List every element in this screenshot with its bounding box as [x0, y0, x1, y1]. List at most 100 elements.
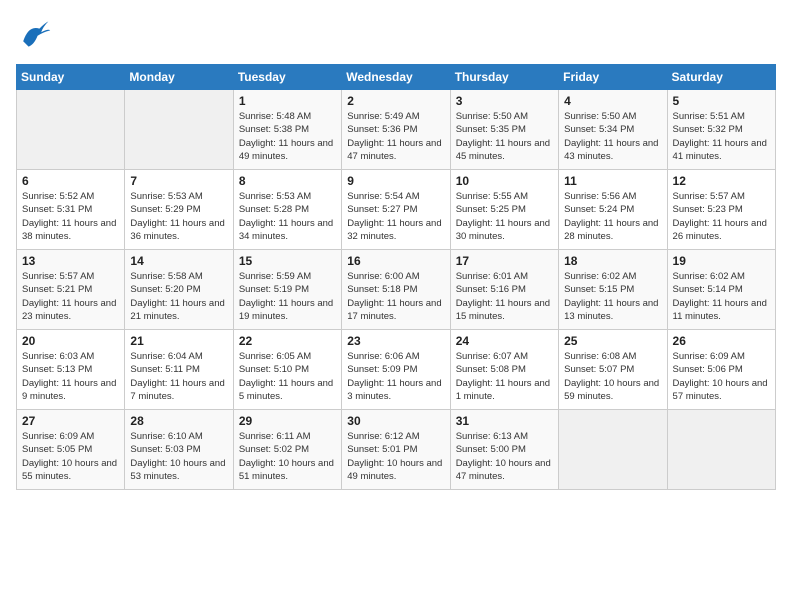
day-number: 1 — [239, 94, 336, 108]
day-info: Sunrise: 5:52 AMSunset: 5:31 PMDaylight:… — [22, 190, 119, 243]
calendar-cell: 19Sunrise: 6:02 AMSunset: 5:14 PMDayligh… — [667, 250, 775, 330]
weekday-header-tuesday: Tuesday — [233, 65, 341, 90]
calendar-cell: 2 Sunrise: 5:49 AMSunset: 5:36 PMDaylight… — [342, 90, 450, 170]
calendar-cell: 6 Sunrise: 5:52 AMSunset: 5:31 PMDaylight… — [17, 170, 125, 250]
day-number: 7 — [130, 174, 227, 188]
day-info: Sunrise: 5:53 AMSunset: 5:28 PMDaylight:… — [239, 190, 336, 243]
calendar-cell: 27 Sunrise: 6:09 AMSunset: 5:05 PMDayligh… — [17, 410, 125, 490]
day-number: 26 — [673, 334, 770, 348]
calendar-cell — [125, 90, 233, 170]
calendar-cell: 18Sunrise: 6:02 AMSunset: 5:15 PMDayligh… — [559, 250, 667, 330]
calendar-week-row: 6 Sunrise: 5:52 AMSunset: 5:31 PMDaylight… — [17, 170, 776, 250]
calendar-week-row: 1 Sunrise: 5:48 AMSunset: 5:38 PMDaylight… — [17, 90, 776, 170]
day-number: 27 — [22, 414, 119, 428]
day-number: 29 — [239, 414, 336, 428]
day-info: Sunrise: 5:53 AMSunset: 5:29 PMDaylight:… — [130, 190, 227, 243]
calendar-cell: 26 Sunrise: 6:09 AMSunset: 5:06 PMDayligh… — [667, 330, 775, 410]
calendar-cell: 15 Sunrise: 5:59 AMSunset: 5:19 PMDayligh… — [233, 250, 341, 330]
day-number: 30 — [347, 414, 444, 428]
calendar-week-row: 20 Sunrise: 6:03 AMSunset: 5:13 PMDayligh… — [17, 330, 776, 410]
calendar-cell: 12 Sunrise: 5:57 AMSunset: 5:23 PMDayligh… — [667, 170, 775, 250]
day-number: 28 — [130, 414, 227, 428]
weekday-header-thursday: Thursday — [450, 65, 558, 90]
calendar-cell: 5 Sunrise: 5:51 AMSunset: 5:32 PMDaylight… — [667, 90, 775, 170]
calendar-cell: 22 Sunrise: 6:05 AMSunset: 5:10 PMDayligh… — [233, 330, 341, 410]
day-number: 15 — [239, 254, 336, 268]
day-number: 11 — [564, 174, 661, 188]
day-info: Sunrise: 5:48 AMSunset: 5:38 PMDaylight:… — [239, 110, 336, 163]
calendar-table: SundayMondayTuesdayWednesdayThursdayFrid… — [16, 64, 776, 490]
day-number: 8 — [239, 174, 336, 188]
day-info: Sunrise: 5:57 AMSunset: 5:23 PMDaylight:… — [673, 190, 770, 243]
day-number: 4 — [564, 94, 661, 108]
day-info: Sunrise: 6:04 AMSunset: 5:11 PMDaylight:… — [130, 350, 227, 403]
day-info: Sunrise: 6:12 AMSunset: 5:01 PMDaylight:… — [347, 430, 444, 483]
weekday-header-saturday: Saturday — [667, 65, 775, 90]
day-info: Sunrise: 5:57 AMSunset: 5:21 PMDaylight:… — [22, 270, 119, 323]
day-number: 13 — [22, 254, 119, 268]
day-info: Sunrise: 5:59 AMSunset: 5:19 PMDaylight:… — [239, 270, 336, 323]
day-number: 12 — [673, 174, 770, 188]
day-info: Sunrise: 6:07 AMSunset: 5:08 PMDaylight:… — [456, 350, 553, 403]
calendar-cell — [17, 90, 125, 170]
day-info: Sunrise: 5:56 AMSunset: 5:24 PMDaylight:… — [564, 190, 661, 243]
calendar-cell: 29Sunrise: 6:11 AMSunset: 5:02 PMDayligh… — [233, 410, 341, 490]
calendar-cell: 1 Sunrise: 5:48 AMSunset: 5:38 PMDaylight… — [233, 90, 341, 170]
day-number: 25 — [564, 334, 661, 348]
day-number: 20 — [22, 334, 119, 348]
calendar-cell: 24 Sunrise: 6:07 AMSunset: 5:08 PMDayligh… — [450, 330, 558, 410]
day-info: Sunrise: 5:51 AMSunset: 5:32 PMDaylight:… — [673, 110, 770, 163]
day-info: Sunrise: 6:09 AMSunset: 5:05 PMDaylight:… — [22, 430, 119, 483]
day-info: Sunrise: 5:50 AMSunset: 5:34 PMDaylight:… — [564, 110, 661, 163]
day-number: 23 — [347, 334, 444, 348]
day-info: Sunrise: 5:49 AMSunset: 5:36 PMDaylight:… — [347, 110, 444, 163]
calendar-cell: 25 Sunrise: 6:08 AMSunset: 5:07 PMDayligh… — [559, 330, 667, 410]
day-number: 22 — [239, 334, 336, 348]
day-number: 9 — [347, 174, 444, 188]
calendar-cell — [667, 410, 775, 490]
day-info: Sunrise: 6:06 AMSunset: 5:09 PMDaylight:… — [347, 350, 444, 403]
calendar-cell — [559, 410, 667, 490]
calendar-cell: 23 Sunrise: 6:06 AMSunset: 5:09 PMDayligh… — [342, 330, 450, 410]
day-number: 3 — [456, 94, 553, 108]
calendar-cell: 3 Sunrise: 5:50 AMSunset: 5:35 PMDaylight… — [450, 90, 558, 170]
calendar-cell: 31Sunrise: 6:13 AMSunset: 5:00 PMDayligh… — [450, 410, 558, 490]
day-info: Sunrise: 5:50 AMSunset: 5:35 PMDaylight:… — [456, 110, 553, 163]
day-info: Sunrise: 5:54 AMSunset: 5:27 PMDaylight:… — [347, 190, 444, 243]
day-number: 24 — [456, 334, 553, 348]
calendar-cell: 16Sunrise: 6:00 AMSunset: 5:18 PMDayligh… — [342, 250, 450, 330]
logo — [16, 16, 58, 52]
calendar-cell: 11 Sunrise: 5:56 AMSunset: 5:24 PMDayligh… — [559, 170, 667, 250]
weekday-header-sunday: Sunday — [17, 65, 125, 90]
day-info: Sunrise: 6:13 AMSunset: 5:00 PMDaylight:… — [456, 430, 553, 483]
calendar-cell: 13 Sunrise: 5:57 AMSunset: 5:21 PMDayligh… — [17, 250, 125, 330]
day-number: 18 — [564, 254, 661, 268]
day-number: 5 — [673, 94, 770, 108]
weekday-header-monday: Monday — [125, 65, 233, 90]
calendar-week-row: 13 Sunrise: 5:57 AMSunset: 5:21 PMDayligh… — [17, 250, 776, 330]
calendar-cell: 30 Sunrise: 6:12 AMSunset: 5:01 PMDayligh… — [342, 410, 450, 490]
day-info: Sunrise: 6:09 AMSunset: 5:06 PMDaylight:… — [673, 350, 770, 403]
day-number: 6 — [22, 174, 119, 188]
day-info: Sunrise: 6:02 AMSunset: 5:14 PMDaylight:… — [673, 270, 770, 323]
calendar-cell: 8 Sunrise: 5:53 AMSunset: 5:28 PMDaylight… — [233, 170, 341, 250]
calendar-week-row: 27 Sunrise: 6:09 AMSunset: 5:05 PMDayligh… — [17, 410, 776, 490]
calendar-cell: 20 Sunrise: 6:03 AMSunset: 5:13 PMDayligh… — [17, 330, 125, 410]
weekday-header-friday: Friday — [559, 65, 667, 90]
day-number: 14 — [130, 254, 227, 268]
day-info: Sunrise: 5:58 AMSunset: 5:20 PMDaylight:… — [130, 270, 227, 323]
page-header — [16, 16, 776, 52]
calendar-cell: 14 Sunrise: 5:58 AMSunset: 5:20 PMDayligh… — [125, 250, 233, 330]
logo-bird-icon — [16, 16, 52, 52]
day-info: Sunrise: 6:00 AMSunset: 5:18 PMDaylight:… — [347, 270, 444, 323]
calendar-cell: 10Sunrise: 5:55 AMSunset: 5:25 PMDayligh… — [450, 170, 558, 250]
day-number: 2 — [347, 94, 444, 108]
calendar-header-row: SundayMondayTuesdayWednesdayThursdayFrid… — [17, 65, 776, 90]
day-info: Sunrise: 6:03 AMSunset: 5:13 PMDaylight:… — [22, 350, 119, 403]
day-number: 10 — [456, 174, 553, 188]
calendar-cell: 17Sunrise: 6:01 AMSunset: 5:16 PMDayligh… — [450, 250, 558, 330]
calendar-cell: 28Sunrise: 6:10 AMSunset: 5:03 PMDayligh… — [125, 410, 233, 490]
day-info: Sunrise: 6:08 AMSunset: 5:07 PMDaylight:… — [564, 350, 661, 403]
day-info: Sunrise: 6:05 AMSunset: 5:10 PMDaylight:… — [239, 350, 336, 403]
calendar-cell: 4 Sunrise: 5:50 AMSunset: 5:34 PMDaylight… — [559, 90, 667, 170]
